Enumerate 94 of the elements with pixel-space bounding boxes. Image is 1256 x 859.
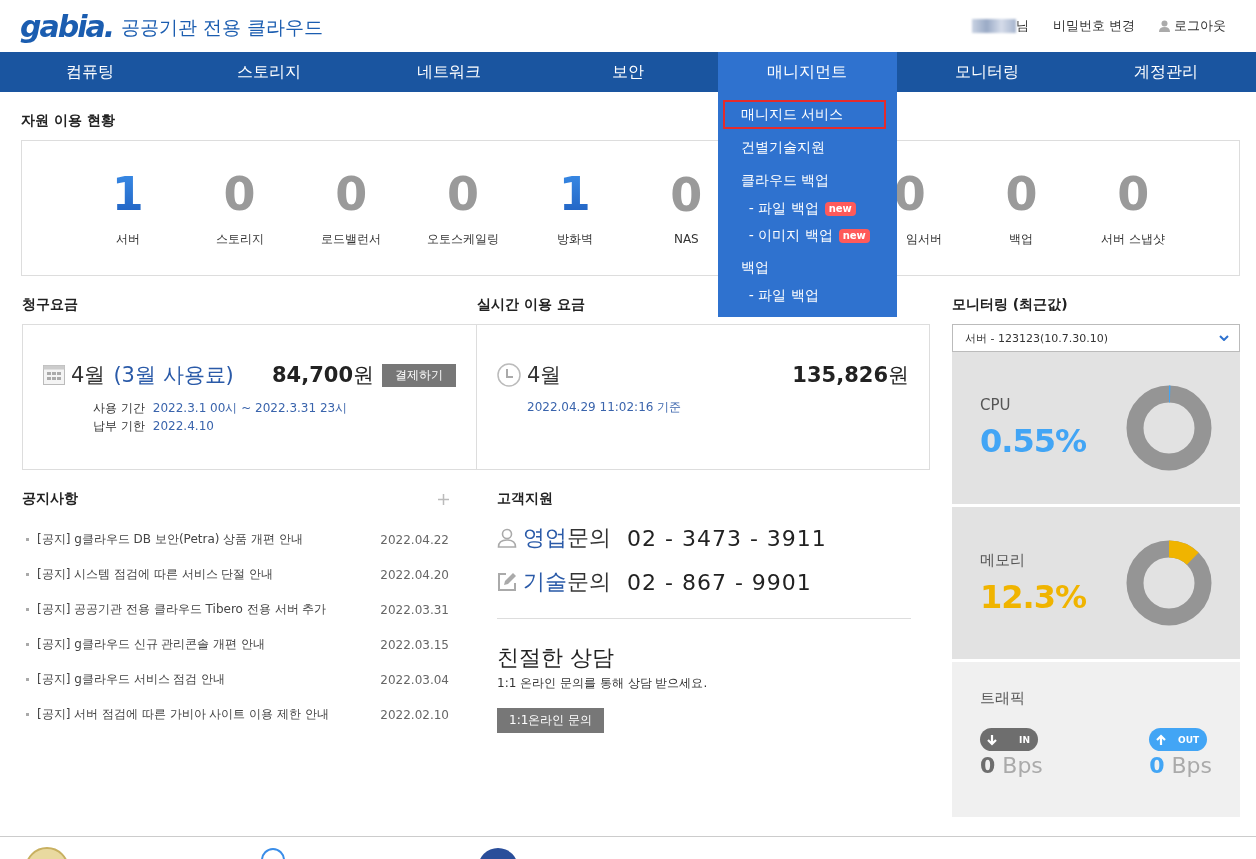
- section-title: 공지사항: [22, 490, 78, 508]
- user-icon: [1159, 20, 1170, 32]
- section-title: 모니터링 (최근값): [952, 296, 1069, 314]
- notice-link[interactable]: [공지] 서버 점검에 따른 가비아 사이트 이용 제한 안내: [37, 706, 381, 723]
- header-link[interactable]: 비밀번호 변경: [1052, 17, 1135, 35]
- metric-name: CPU: [980, 396, 1012, 414]
- resource-label: 서버 스냅샷: [1101, 230, 1166, 248]
- arrow-up-icon: [1155, 733, 1168, 746]
- add-icon[interactable]: [438, 493, 449, 505]
- resource-label: NAS: [673, 232, 699, 246]
- metric-name: 트래픽: [980, 689, 1025, 707]
- nav-tab[interactable]: 네트워크: [358, 52, 539, 92]
- arrow-down-icon: [986, 733, 998, 746]
- resource-count: 0: [1005, 168, 1038, 219]
- timestamp: 2022.04.29 11:02:16 기준: [527, 399, 683, 416]
- section-title: 자원 이용 현황: [21, 112, 115, 130]
- resource-label: 로드밸런서: [321, 230, 382, 248]
- consult-heading: 친절한 상담: [497, 644, 615, 672]
- realtime-month: 4월: [527, 362, 562, 389]
- resource-label: 백업: [1009, 230, 1034, 248]
- notice-link[interactable]: [공지] g클라우드 DB 보안(Petra) 상품 개편 안내: [37, 531, 381, 548]
- new-badge: new: [838, 229, 870, 243]
- contact-type: 문의: [567, 568, 611, 596]
- inquiry-button[interactable]: 1:1온라인 문의: [497, 708, 605, 733]
- metric-name: 메모리: [980, 550, 1026, 570]
- notice-link[interactable]: [공지] 공공기관 전용 클라우드 Tibero 전용 서버 추가: [37, 601, 381, 618]
- contact-type: 영업: [523, 524, 567, 552]
- nav-tab[interactable]: 계정관리: [1076, 52, 1256, 92]
- resource-label: 방화벽: [556, 230, 593, 248]
- resource-count: 0: [1117, 168, 1150, 219]
- user-name-suffix: 님: [1015, 17, 1029, 35]
- menu-item[interactable]: 클라우드 백업: [722, 166, 887, 195]
- traffic-reading: 0 Bps: [1149, 753, 1212, 778]
- resource-count: 0: [223, 168, 256, 219]
- notice-link[interactable]: [공지] 시스템 점검에 따른 서비스 단절 안내: [37, 566, 381, 583]
- chevron-down-icon: [1219, 335, 1229, 341]
- calendar-icon: [43, 365, 65, 385]
- user-icon: [497, 528, 517, 548]
- new-badge: new: [824, 202, 856, 216]
- logo: gabia.: [20, 8, 114, 44]
- billing-amount: 84,700원: [271, 362, 374, 389]
- contact-type: 문의: [567, 524, 611, 552]
- site-title: 공공기관 전용 클라우드: [121, 15, 324, 40]
- traffic-badge: OUT: [1149, 728, 1208, 751]
- notice-link[interactable]: [공지] g클라우드 신규 관리콘솔 개편 안내: [37, 636, 381, 653]
- redacted-name: [971, 19, 1016, 33]
- menu-item[interactable]: 백업: [722, 253, 887, 282]
- server-select[interactable]: 서버 - 123123(10.7.30.10): [952, 324, 1240, 352]
- resource-label: 오토스케일링: [426, 230, 499, 248]
- notice-date: 2022.04.22: [380, 532, 449, 547]
- detail-label: 사용 기간: [93, 400, 145, 417]
- header-link[interactable]: 로그아웃: [1159, 17, 1226, 35]
- resource-count: 0: [670, 170, 703, 220]
- usage-period: (3월 사용료): [113, 362, 234, 389]
- submenu-item[interactable]: - 이미지 백업 new: [722, 222, 887, 249]
- phone-number: 02 - 867 - 9901: [627, 569, 812, 595]
- pay-button[interactable]: 결제하기: [382, 363, 456, 387]
- edit-icon: [497, 572, 517, 592]
- section-title: 고객지원: [497, 490, 554, 508]
- notice-date: 2022.03.31: [380, 602, 449, 617]
- consult-description: 1:1 온라인 문의를 통해 상담 받으세요.: [497, 675, 709, 692]
- traffic-badge: IN: [980, 728, 1038, 751]
- metric-value: 12.3%: [980, 577, 1087, 616]
- notice-link[interactable]: [공지] g클라우드 서비스 점검 안내: [37, 671, 381, 688]
- menu-item[interactable]: 매니지드 서비스: [722, 100, 887, 129]
- detail-value: 2022.4.10: [152, 418, 214, 435]
- resource-label: 임서버: [905, 230, 942, 248]
- resource-count: 0: [446, 168, 479, 219]
- resource-count: 0: [335, 168, 368, 219]
- phone-number: 02 - 3473 - 3911: [627, 525, 827, 551]
- resource-label: 서버: [115, 230, 140, 248]
- clock-icon: [497, 363, 521, 387]
- notice-date: 2022.03.04: [380, 672, 449, 687]
- notice-date: 2022.03.15: [380, 637, 449, 652]
- resource-count: 0: [893, 168, 926, 219]
- detail-value: 2022.3.1 00시 ~ 2022.3.31 23시: [152, 400, 348, 417]
- nav-tab[interactable]: 컴퓨팅: [0, 52, 180, 92]
- nav-tab[interactable]: 모니터링: [897, 52, 1077, 92]
- nav-tab[interactable]: 스토리지: [179, 52, 359, 92]
- contact-type: 기술: [523, 568, 567, 596]
- submenu-item[interactable]: - 파일 백업: [722, 282, 887, 309]
- traffic-reading: 0 Bps: [980, 753, 1043, 778]
- nav-tab[interactable]: 매니지먼트: [717, 52, 898, 92]
- submenu-item[interactable]: - 파일 백업 new: [722, 195, 887, 222]
- notice-date: 2022.04.20: [380, 567, 449, 582]
- nav-tab[interactable]: 보안: [538, 52, 718, 92]
- realtime-amount: 135,826원: [792, 362, 909, 389]
- notice-date: 2022.02.10: [380, 707, 449, 722]
- resource-label: 스토리지: [215, 230, 264, 248]
- metric-value: 0.55%: [980, 422, 1087, 460]
- menu-item[interactable]: 건별기술지원: [722, 133, 887, 162]
- section-title: 청구요금: [22, 296, 79, 314]
- detail-label: 납부 기한: [93, 418, 145, 435]
- billing-month: 4월: [71, 362, 106, 389]
